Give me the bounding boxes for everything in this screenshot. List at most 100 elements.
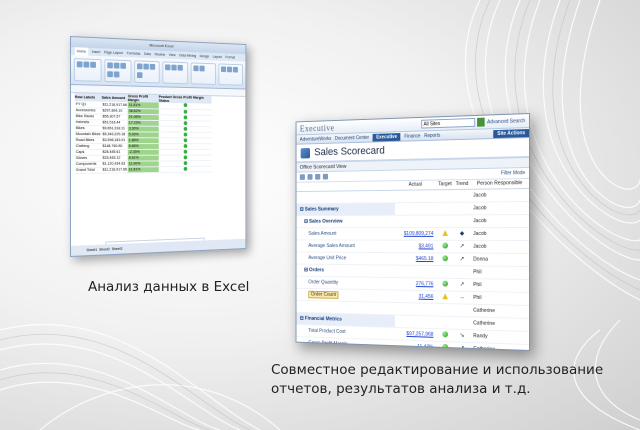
status-indicator-icon <box>183 137 188 142</box>
kpi-name[interactable]: Average Sales Amount <box>296 239 395 253</box>
nav-document-center[interactable]: Document Center <box>335 135 369 142</box>
trend-arrow-icon <box>453 188 471 202</box>
green-status-icon <box>442 280 448 287</box>
kpi-label: Orders <box>309 266 324 273</box>
kpi-label: Total Product Cost <box>308 327 346 335</box>
excel-tab-review[interactable]: Review <box>155 50 166 58</box>
kpi-target-indicator <box>436 265 454 278</box>
excel-tab-insert[interactable]: Insert <box>92 48 101 56</box>
collapse-icon[interactable] <box>307 174 313 180</box>
kpi-label: Financial Metrics <box>304 315 342 323</box>
kpi-actual-value[interactable]: 276,776 <box>394 277 437 291</box>
kpi-name[interactable]: Sales Amount <box>296 227 395 240</box>
status-indicator-icon <box>183 160 188 165</box>
trend-arrow-icon: ↗ <box>453 277 471 291</box>
kpi-empty[interactable] <box>296 189 395 204</box>
advanced-search-link[interactable]: Advanced Search <box>487 118 525 125</box>
scorecard-row[interactable]: ⊟ Sales Overview Jacob <box>296 214 530 228</box>
kpi-name[interactable]: Average Unit Price <box>296 251 395 265</box>
pivot-sales-amount[interactable]: $11,218,917.66 <box>101 166 128 173</box>
ribbon-group-number[interactable] <box>162 61 189 85</box>
scorecard-row[interactable]: ⊟ Sales Summary Jacob <box>296 201 530 216</box>
kpi-actual-value <box>394 264 437 278</box>
excel-tab-formulas[interactable]: Formulas <box>127 49 141 57</box>
expand-icon[interactable] <box>315 173 321 180</box>
nav-adventureworks[interactable]: AdventureWorks <box>300 136 332 143</box>
excel-tab-format[interactable]: Format <box>225 53 235 61</box>
kpi-target-indicator <box>436 239 454 253</box>
trend-arrow-icon <box>453 316 471 330</box>
kpi-label: Sales Overview <box>309 218 343 225</box>
status-indicator-icon <box>183 120 188 125</box>
sheet-tab-1[interactable]: Sheet1 <box>86 248 97 252</box>
trend-arrow-icon <box>453 303 471 317</box>
sheet-tab-2[interactable]: Sheet2 <box>99 247 110 251</box>
kpi-actual-value[interactable]: $465.18 <box>394 252 437 266</box>
person-responsible: Donna <box>470 252 530 266</box>
trend-arrow-icon: → <box>453 290 471 304</box>
filter-mode-button[interactable]: Filter Mode <box>501 170 529 176</box>
trend-arrow-icon: ◆ <box>453 227 471 240</box>
excel-tab-data[interactable]: Data <box>144 50 151 58</box>
scorecard-row[interactable]: Sales Amount $109,809,274 ◆ Jacob <box>296 227 530 240</box>
kpi-actual-value <box>394 189 437 203</box>
ribbon-group-font[interactable] <box>104 59 132 83</box>
sheet-tab-3[interactable]: Sheet3 <box>112 247 123 251</box>
ribbon-group-cells[interactable] <box>218 63 243 86</box>
person-responsible: Jacob <box>470 227 530 240</box>
excel-tab-data-mining[interactable]: Data Mining <box>179 52 196 60</box>
column-target[interactable]: Target <box>436 180 454 190</box>
caption-collaboration: Совместное редактирование и использовани… <box>271 362 604 397</box>
person-responsible: Jacob <box>470 201 530 215</box>
pivot-gross-margin[interactable]: 11.81% <box>127 166 159 173</box>
ribbon-group-alignment[interactable] <box>133 60 161 84</box>
kpi-target-indicator <box>436 315 454 329</box>
chart-icon[interactable] <box>322 173 329 180</box>
pivot-row-label[interactable]: Grand Total <box>74 166 102 173</box>
site-logo: Executive <box>299 122 335 133</box>
status-indicator-icon <box>183 126 188 131</box>
excel-tab-page-layout[interactable]: Page Layout <box>104 48 123 57</box>
kpi-name-highlighted[interactable]: Order Count <box>308 290 339 299</box>
status-indicator-icon <box>183 166 188 171</box>
excel-pivot-table: Row Labels Sales Amount Gross Profit Mar… <box>71 93 245 257</box>
trend-arrow-icon: ↘ <box>453 328 471 342</box>
kpi-target-indicator <box>436 189 454 202</box>
kpi-actual-value[interactable]: 31,456 <box>394 289 437 303</box>
nav-executive[interactable]: Executive <box>372 132 401 142</box>
kpi-actual-value <box>394 314 437 329</box>
status-indicator-icon <box>183 115 188 119</box>
site-actions-button[interactable]: Site Actions <box>493 128 530 138</box>
kpi-group-name[interactable]: ⊟ Sales Summary <box>296 202 395 216</box>
excel-window: Microsoft Excel Home Insert Page Layout … <box>70 36 247 257</box>
excel-tab-design[interactable]: Design <box>200 52 210 60</box>
kpi-label: Average Unit Price <box>308 254 347 261</box>
kpi-actual-value[interactable]: $3,491 <box>394 239 437 253</box>
kpi-group-name[interactable]: ⊟ Sales Overview <box>296 214 395 228</box>
search-scope-select[interactable]: All Sites <box>420 117 475 129</box>
kpi-actual-value[interactable]: $109,809,274 <box>394 227 437 240</box>
status-indicator-icon <box>183 143 188 148</box>
excel-tab-home[interactable]: Home <box>74 47 88 56</box>
ribbon-group-styles[interactable] <box>191 62 216 85</box>
scorecard-table: Actual Target Trend Person Responsible J… <box>296 179 530 351</box>
trend-arrow-icon <box>453 265 471 279</box>
ribbon-group-clipboard[interactable] <box>73 58 102 82</box>
green-status-icon <box>442 330 448 337</box>
excel-tab-view[interactable]: View <box>169 51 176 59</box>
status-indicator-icon <box>183 155 188 159</box>
column-trend[interactable]: Trend <box>453 179 471 190</box>
trend-arrow-icon: ↗ <box>453 252 471 266</box>
excel-tab-layout[interactable]: Layout <box>213 53 222 61</box>
kpi-target-indicator <box>436 201 454 215</box>
kpi-actual-value <box>394 301 437 316</box>
kpi-label: Sales Summary <box>304 206 339 212</box>
nav-finance[interactable]: Finance <box>404 133 420 139</box>
caption-excel-analysis: Анализ данных в Excel <box>88 279 250 295</box>
status-indicator-icon <box>183 103 188 108</box>
pivot-row[interactable]: Grand Total $11,218,917.66 11.81% <box>74 165 212 173</box>
scorecard-window: Executive All Sites Advanced Search Adve… <box>295 113 530 351</box>
search-go-icon[interactable] <box>476 117 485 127</box>
nav-reports[interactable]: Reports <box>424 132 440 138</box>
export-excel-icon[interactable] <box>299 174 305 180</box>
